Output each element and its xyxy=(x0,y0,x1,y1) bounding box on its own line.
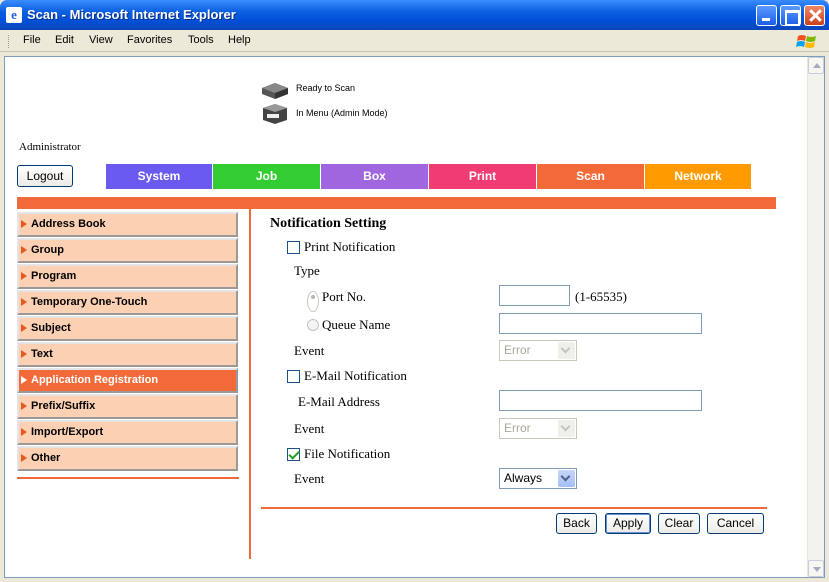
triangle-right-icon xyxy=(21,454,27,462)
menu-view[interactable]: View xyxy=(89,34,113,46)
sidebar-item-prefix-suffix[interactable]: Prefix/Suffix xyxy=(17,394,238,419)
triangle-right-icon xyxy=(21,298,27,306)
tab-job[interactable]: Job xyxy=(213,164,321,189)
tab-box[interactable]: Box xyxy=(321,164,429,189)
cancel-button[interactable]: Cancel xyxy=(707,513,764,534)
sidebar-item-program[interactable]: Program xyxy=(17,264,238,289)
ie-page-icon: e xyxy=(6,7,22,23)
menu-file[interactable]: File xyxy=(23,34,41,46)
close-button[interactable] xyxy=(804,5,825,26)
menu-favorites[interactable]: Favorites xyxy=(127,34,172,46)
chevron-down-icon xyxy=(558,420,575,437)
event-select-3[interactable]: Always xyxy=(499,468,577,489)
minimize-button[interactable] xyxy=(756,5,777,26)
tab-scan[interactable]: Scan xyxy=(537,164,645,189)
queue-name-label: Queue Name xyxy=(322,317,391,332)
sidebar-item-other[interactable]: Other xyxy=(17,446,238,471)
event-select-2[interactable]: Error xyxy=(499,418,577,439)
form-bottom-rule xyxy=(261,507,767,509)
back-button[interactable]: Back xyxy=(556,513,597,534)
event-select-1[interactable]: Error xyxy=(499,340,577,361)
vertical-scrollbar[interactable] xyxy=(807,57,824,577)
triangle-right-icon xyxy=(21,402,27,410)
tab-network[interactable]: Network xyxy=(645,164,752,189)
triangle-right-icon xyxy=(21,376,27,384)
form-title: Notification Setting xyxy=(270,216,387,231)
mfp-device-icon xyxy=(263,104,287,124)
email-notification-label: E-Mail Notification xyxy=(304,368,407,383)
sidebar-item-subject[interactable]: Subject xyxy=(17,316,238,341)
triangle-right-icon xyxy=(21,428,27,436)
mode-status-text: In Menu (Admin Mode) xyxy=(296,108,388,118)
file-notification-checkbox[interactable] xyxy=(287,448,300,461)
print-notification-label: Print Notification xyxy=(304,239,396,254)
event-label-2: Event xyxy=(294,421,325,436)
file-notification-label: File Notification xyxy=(304,446,391,461)
sidebar-item-application-registration[interactable]: Application Registration xyxy=(17,368,238,393)
menu-edit[interactable]: Edit xyxy=(55,34,74,46)
event-label-1: Event xyxy=(294,343,325,358)
logout-button[interactable]: Logout xyxy=(17,165,73,187)
tab-print[interactable]: Print xyxy=(429,164,537,189)
port-no-label: Port No. xyxy=(322,289,367,304)
menu-help[interactable]: Help xyxy=(228,34,251,46)
menu-bar: File Edit View Favorites Tools Help xyxy=(0,30,829,52)
triangle-right-icon xyxy=(21,324,27,332)
type-label: Type xyxy=(294,263,320,278)
port-no-radio[interactable] xyxy=(307,291,319,312)
triangle-right-icon xyxy=(21,350,27,358)
windows-logo-icon xyxy=(796,35,816,48)
triangle-right-icon xyxy=(21,246,27,254)
user-role-label: Administrator xyxy=(19,141,81,153)
triangle-right-icon xyxy=(21,272,27,280)
vertical-divider xyxy=(249,207,251,559)
toolbar-grip xyxy=(8,35,10,48)
scanner-icon xyxy=(262,83,288,99)
title-bar: e Scan - Microsoft Internet Explorer xyxy=(0,0,829,30)
print-notification-checkbox[interactable] xyxy=(287,241,300,254)
clear-button[interactable]: Clear xyxy=(658,513,700,534)
queue-name-radio[interactable] xyxy=(307,319,319,331)
triangle-right-icon xyxy=(21,220,27,228)
tab-system[interactable]: System xyxy=(106,164,213,189)
sidebar-item-import-export[interactable]: Import/Export xyxy=(17,420,238,445)
scroll-down-icon[interactable] xyxy=(808,560,824,577)
sidebar-item-temporary-one-touch[interactable]: Temporary One-Touch xyxy=(17,290,238,315)
menu-tools[interactable]: Tools xyxy=(188,34,214,46)
sidebar-item-group[interactable]: Group xyxy=(17,238,238,263)
apply-button[interactable]: Apply xyxy=(605,513,651,534)
window-title: Scan - Microsoft Internet Explorer xyxy=(27,7,236,22)
sidebar-item-text[interactable]: Text xyxy=(17,342,238,367)
port-no-input[interactable] xyxy=(499,285,570,306)
tab-underline-bar xyxy=(17,197,776,209)
event-label-3: Event xyxy=(294,471,325,486)
scan-status-text: Ready to Scan xyxy=(296,83,356,93)
email-notification-checkbox[interactable] xyxy=(287,370,300,383)
scroll-up-icon[interactable] xyxy=(808,57,824,74)
page-content: Ready to Scan In Menu (Admin Mode) Admin… xyxy=(4,56,825,578)
port-range-hint: (1-65535) xyxy=(575,289,627,304)
chevron-down-icon xyxy=(558,342,575,359)
sidebar-bottom-rule xyxy=(17,477,239,479)
chevron-down-icon xyxy=(558,470,575,487)
email-address-label: E-Mail Address xyxy=(298,394,380,409)
maximize-button[interactable] xyxy=(780,5,801,26)
sidebar-item-address-book[interactable]: Address Book xyxy=(17,212,238,237)
email-address-input[interactable] xyxy=(499,390,702,411)
queue-name-input[interactable] xyxy=(499,313,702,334)
